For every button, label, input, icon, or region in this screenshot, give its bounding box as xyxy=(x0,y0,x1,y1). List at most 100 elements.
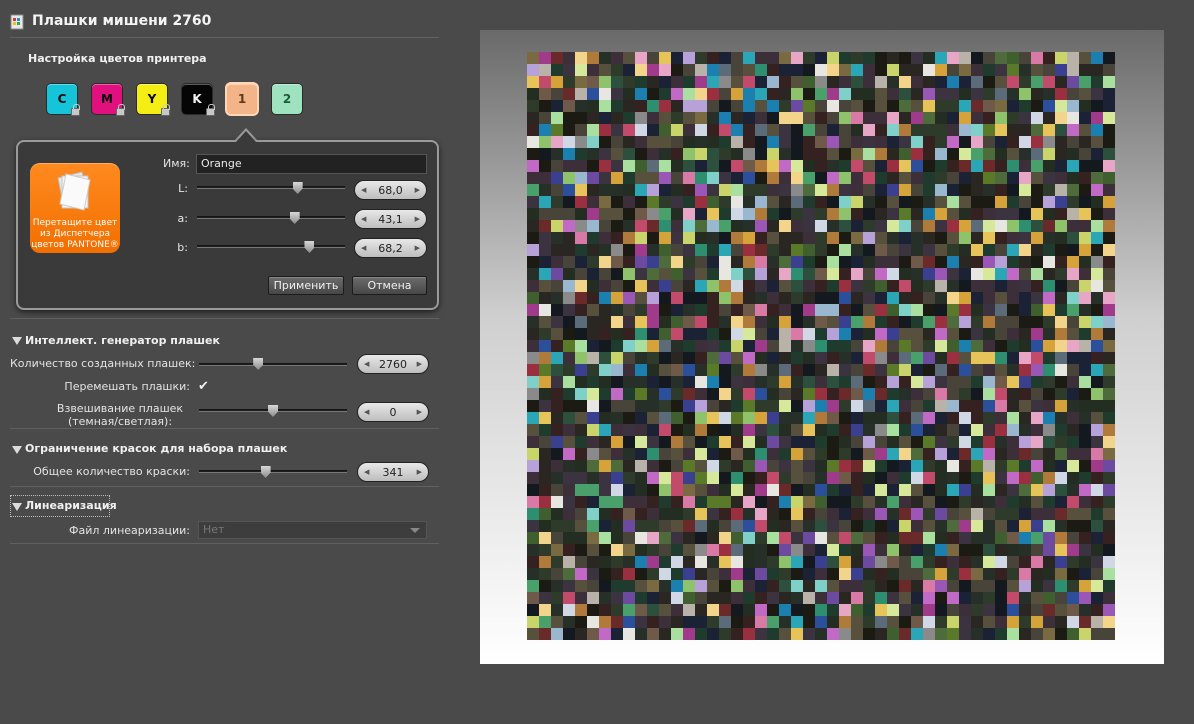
patch-count-slider-thumb[interactable] xyxy=(253,358,264,370)
color-patch xyxy=(647,352,660,365)
chevron-down-icon[interactable] xyxy=(410,528,420,533)
collapse-triangle-icon[interactable] xyxy=(12,446,22,454)
decrement-arrow-icon[interactable]: ◀ xyxy=(361,215,366,223)
color-patch xyxy=(743,232,756,245)
increment-arrow-icon[interactable]: ▶ xyxy=(415,244,420,252)
color-patch xyxy=(959,64,972,77)
color-patch xyxy=(1103,352,1115,365)
color-patch xyxy=(779,616,792,629)
color-patch xyxy=(827,100,840,113)
color-patch xyxy=(779,316,792,329)
L-value-stepper[interactable]: ◀ 68,0 ▶ xyxy=(354,180,427,200)
color-patch xyxy=(611,388,624,401)
color-patch xyxy=(743,280,756,293)
collapse-triangle-icon[interactable] xyxy=(12,503,22,511)
total-ink-slider-thumb[interactable] xyxy=(260,466,271,478)
color-patch xyxy=(923,244,936,257)
decrement-arrow-icon[interactable]: ◀ xyxy=(361,186,366,194)
color-patch xyxy=(803,196,816,209)
color-patch xyxy=(647,580,660,593)
color-patch xyxy=(851,592,864,605)
color-patch xyxy=(707,340,720,353)
color-patch xyxy=(683,136,696,149)
color-patch xyxy=(875,268,888,281)
color-patch xyxy=(803,388,816,401)
total-ink-stepper[interactable]: ◀ 341 ▶ xyxy=(357,462,429,482)
color-patch xyxy=(983,340,996,353)
color-patch xyxy=(539,436,552,449)
color-patch xyxy=(887,88,900,101)
color-patch xyxy=(983,376,996,389)
color-patch xyxy=(587,88,600,101)
color-patch xyxy=(899,448,912,461)
patch-count-slider-track[interactable] xyxy=(199,363,347,366)
color-patch xyxy=(947,268,960,281)
color-patch xyxy=(599,112,612,125)
L-slider-track[interactable] xyxy=(197,186,345,189)
b-value-stepper[interactable]: ◀ 68,2 ▶ xyxy=(354,238,427,258)
color-patch xyxy=(731,52,744,65)
color-patch xyxy=(935,304,948,317)
color-patch xyxy=(839,388,852,401)
ink-button-1[interactable]: 1 xyxy=(227,84,257,114)
ink-button-2[interactable]: 2 xyxy=(272,84,302,114)
linearization-file-dropdown[interactable]: Нет xyxy=(198,521,427,539)
total-ink-slider-track[interactable] xyxy=(199,470,347,473)
color-patch xyxy=(779,508,792,521)
color-patch xyxy=(1007,304,1020,317)
collapse-triangle-icon[interactable] xyxy=(12,337,22,345)
color-patch xyxy=(1103,256,1115,269)
shuffle-checkbox[interactable]: ✔ xyxy=(198,380,211,393)
color-patch xyxy=(959,112,972,125)
color-patch xyxy=(1055,412,1068,425)
color-patch xyxy=(851,52,864,65)
color-patch xyxy=(683,616,696,629)
color-patch xyxy=(839,136,852,149)
color-patch xyxy=(1031,184,1044,197)
color-patch xyxy=(707,424,720,437)
color-patch xyxy=(839,580,852,593)
color-patch xyxy=(1019,520,1032,533)
increment-arrow-icon[interactable]: ▶ xyxy=(417,468,422,476)
weight-slider-thumb[interactable] xyxy=(268,405,278,417)
generator-header[interactable]: Интеллект. генератор плашек xyxy=(25,334,220,347)
color-name-field[interactable]: Orange xyxy=(196,154,427,174)
increment-arrow-icon[interactable]: ▶ xyxy=(417,408,422,416)
color-patch xyxy=(1103,340,1115,353)
decrement-arrow-icon[interactable]: ◀ xyxy=(364,468,369,476)
color-patch xyxy=(647,304,660,317)
ink-limit-header[interactable]: Ограничение красок для набора плашек xyxy=(25,442,287,455)
color-patch xyxy=(983,100,996,113)
color-patch xyxy=(611,220,624,233)
apply-button[interactable]: Применить xyxy=(268,276,344,295)
color-patch xyxy=(947,436,960,449)
patch-count-stepper[interactable]: ◀ 2760 ▶ xyxy=(357,354,429,374)
color-patch xyxy=(1103,472,1115,485)
increment-arrow-icon[interactable]: ▶ xyxy=(415,186,420,194)
increment-arrow-icon[interactable]: ▶ xyxy=(415,215,420,223)
color-patch xyxy=(587,64,600,77)
decrement-arrow-icon[interactable]: ◀ xyxy=(361,244,366,252)
color-patch xyxy=(911,604,924,617)
decrement-arrow-icon[interactable]: ◀ xyxy=(364,408,369,416)
increment-arrow-icon[interactable]: ▶ xyxy=(417,360,422,368)
color-patch xyxy=(851,292,864,305)
b-slider-track[interactable] xyxy=(197,245,345,248)
color-patch xyxy=(863,376,876,389)
weight-stepper[interactable]: ◀ 0 ▶ xyxy=(357,402,429,422)
color-patch xyxy=(683,316,696,329)
linearization-header[interactable]: Линеаризация xyxy=(25,499,117,512)
color-patch xyxy=(923,424,936,437)
popup-notch-inner xyxy=(236,131,256,142)
a-value-stepper[interactable]: ◀ 43,1 ▶ xyxy=(354,209,427,229)
color-patch xyxy=(767,364,780,377)
cancel-button[interactable]: Отмена xyxy=(352,276,427,295)
color-patch xyxy=(623,556,636,569)
color-patch xyxy=(575,388,588,401)
decrement-arrow-icon[interactable]: ◀ xyxy=(364,360,369,368)
color-patch xyxy=(1091,64,1104,77)
color-patch xyxy=(575,64,588,77)
a-slider-track[interactable] xyxy=(197,216,345,219)
color-patch xyxy=(743,112,756,125)
color-patch xyxy=(827,220,840,233)
